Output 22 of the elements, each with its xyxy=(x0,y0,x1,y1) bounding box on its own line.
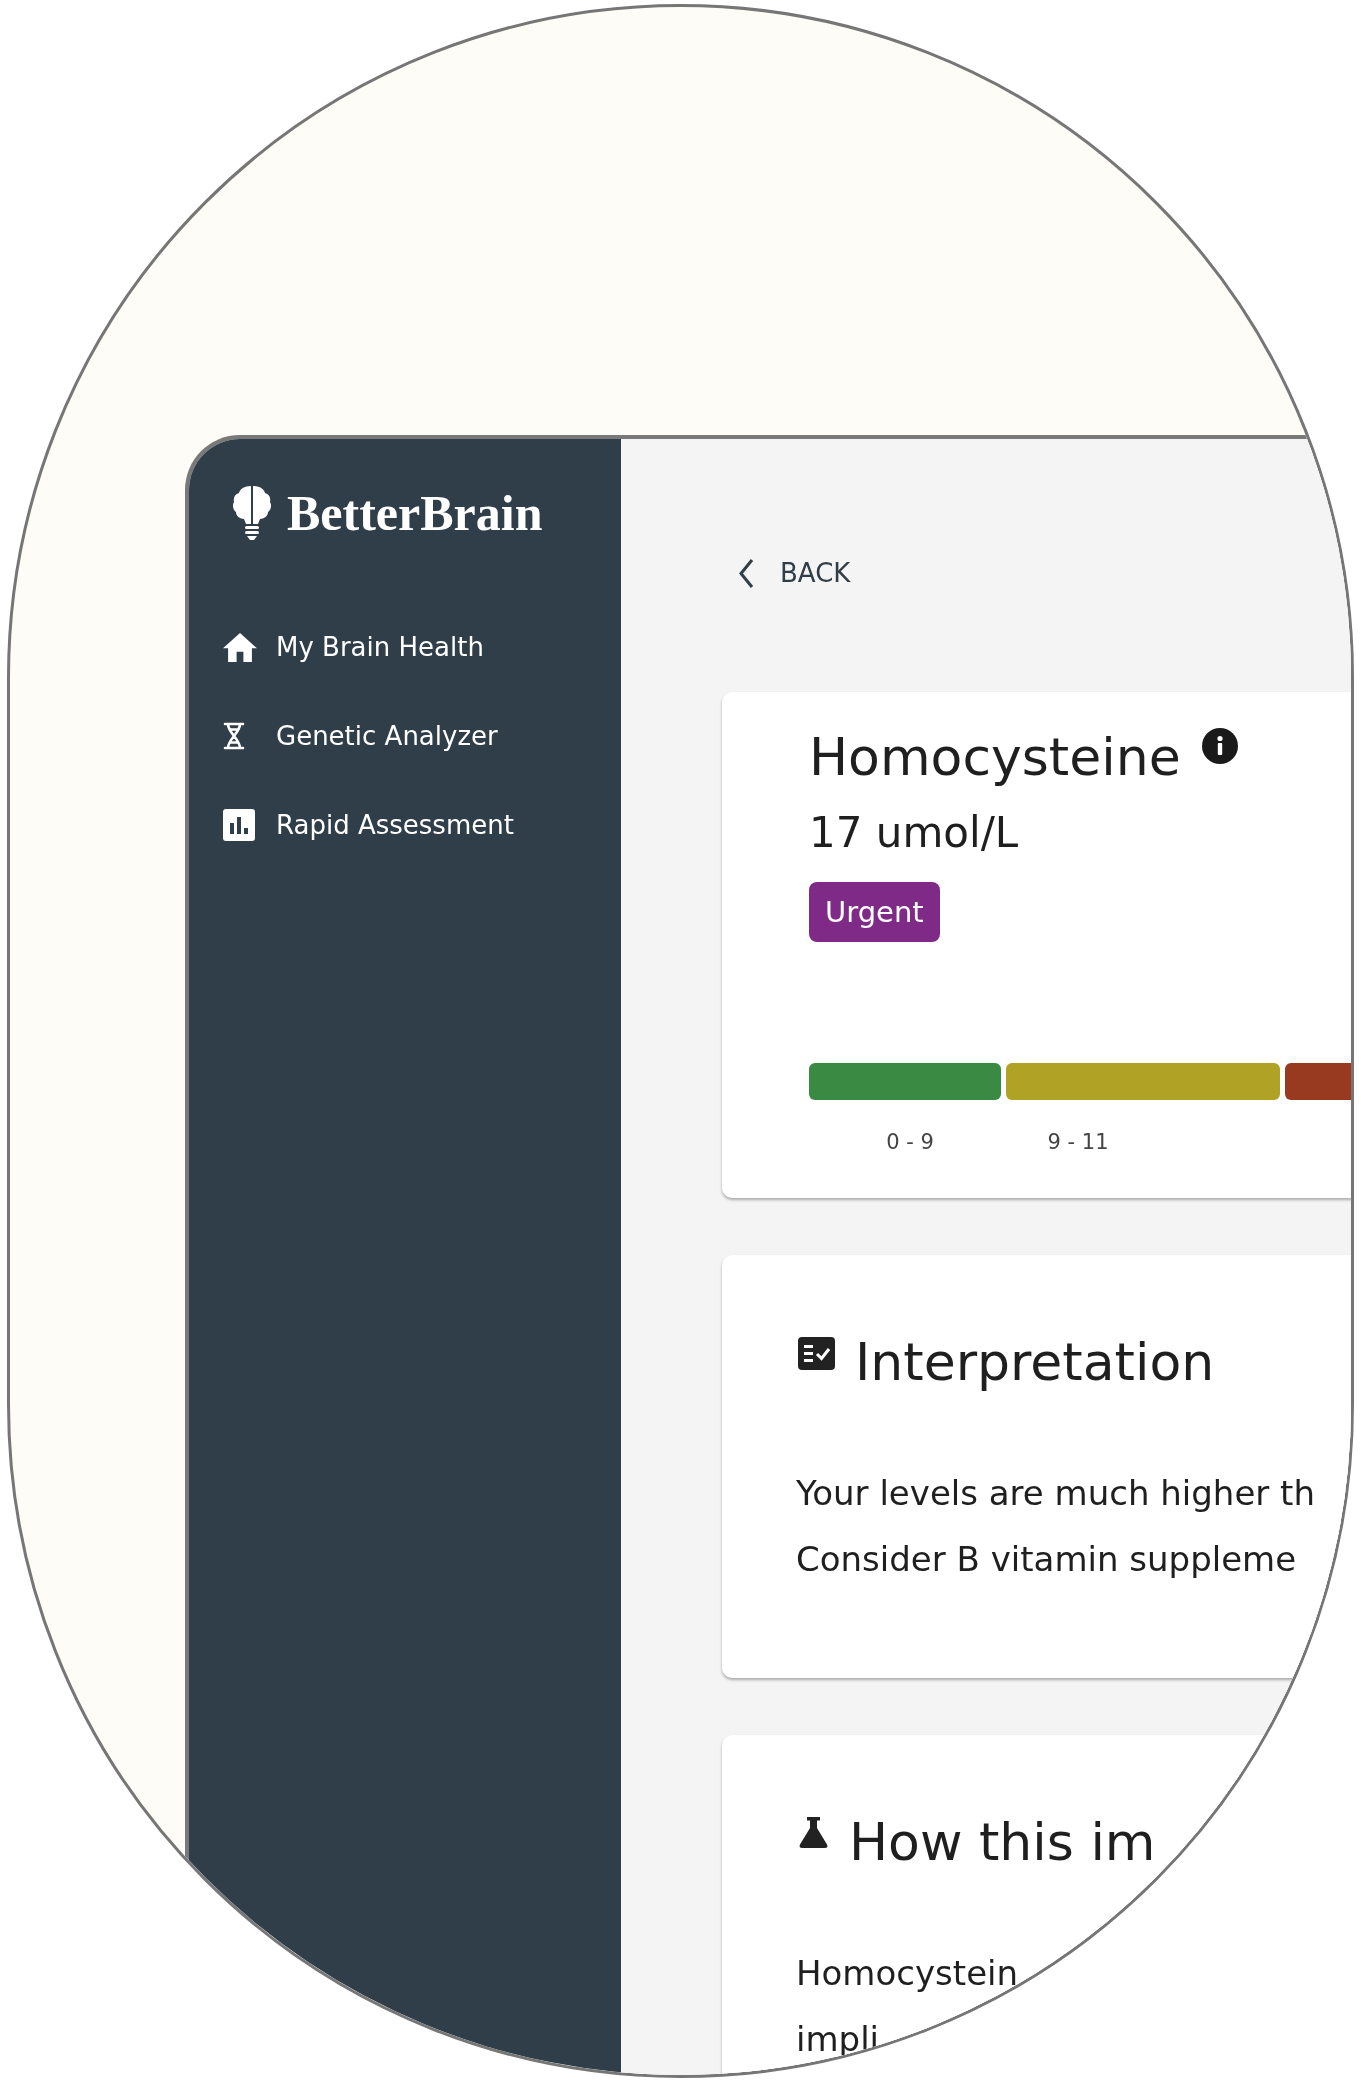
section-title: How this im xyxy=(849,1811,1156,1873)
flask-icon xyxy=(798,1817,829,1848)
back-button[interactable]: BACK xyxy=(738,553,851,593)
checklist-icon xyxy=(798,1337,835,1370)
nav-item[interactable]: My Brain Health xyxy=(223,617,484,677)
status-badge: Urgent xyxy=(809,882,940,942)
marker-value: 17 umol/L xyxy=(809,808,1019,858)
home-icon xyxy=(223,632,257,662)
nav-item[interactable]: Genetic Analyzer xyxy=(223,706,498,766)
range-label: 9 - 11 xyxy=(1047,1129,1109,1155)
info-icon[interactable] xyxy=(1201,728,1238,764)
range-label: 0 - 9 xyxy=(886,1129,934,1155)
chevron-left-icon xyxy=(738,557,754,589)
marker-name: Homocysteine xyxy=(809,726,1181,788)
dna-icon xyxy=(223,722,245,750)
section-text: Homocystein impli xyxy=(796,1952,1019,2061)
brain-bulb-icon xyxy=(232,484,272,541)
section-title: Interpretation xyxy=(855,1331,1215,1393)
bar-chart-icon xyxy=(223,809,255,841)
section-text: Your levels are much higher th Consider B vitamin suppleme xyxy=(796,1472,1315,1581)
nav-item[interactable]: Rapid Assessment xyxy=(223,795,514,855)
brand-name: BetterBrain xyxy=(287,484,543,543)
